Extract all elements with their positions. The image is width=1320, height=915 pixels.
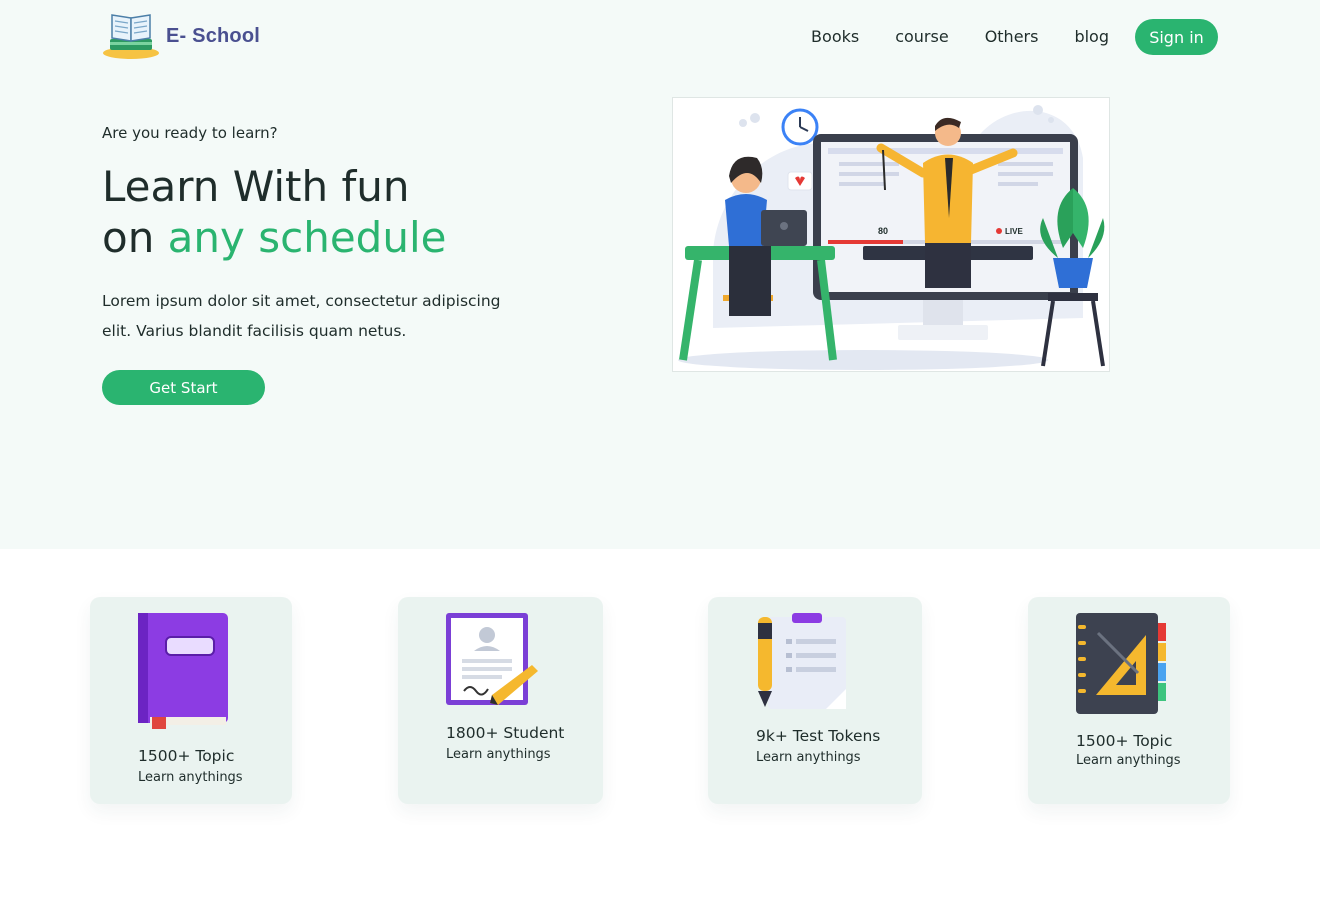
stat-title: 1500+ Topic <box>1076 732 1173 750</box>
book-icon <box>138 613 228 729</box>
stat-card-test-tokens: 9k+ Test Tokens Learn anythings <box>708 597 922 804</box>
nav-link-blog[interactable]: blog <box>1074 19 1109 55</box>
live-label: LIVE <box>1005 227 1023 236</box>
sign-in-button[interactable]: Sign in <box>1135 19 1218 55</box>
nav-link-others[interactable]: Others <box>985 19 1039 55</box>
brand-name: E- School <box>166 24 261 47</box>
clipboard-pen-icon <box>758 613 846 709</box>
open-book-icon <box>103 14 159 59</box>
stat-card-topics: 1500+ Topic Learn anythings <box>90 597 292 804</box>
notebook-ruler-icon <box>1076 613 1166 714</box>
nav-link-course[interactable]: course <box>895 19 948 55</box>
hero-section: E- School Books course Others blog Sign … <box>0 0 1320 549</box>
stat-card-topics-2: 1500+ Topic Learn anythings <box>1028 597 1230 804</box>
certificate-pen-icon <box>446 613 538 705</box>
stat-subtitle: Learn anythings <box>1076 753 1181 768</box>
stat-title: 1800+ Student <box>446 724 565 742</box>
online-teaching-illustration-svg: 80 LIVE <box>678 105 1105 370</box>
stat-title: 9k+ Test Tokens <box>756 727 881 745</box>
stat-subtitle: Learn anythings <box>756 750 861 765</box>
hero-eyebrow: Are you ready to learn? <box>102 124 278 142</box>
hero-title-line2-prefix: on <box>102 213 168 262</box>
main-nav: Books course Others blog Sign in <box>811 19 1218 55</box>
logo[interactable]: E- School <box>102 12 260 60</box>
nav-link-books[interactable]: Books <box>811 19 859 55</box>
clock-icon <box>781 108 819 146</box>
likes-count: 80 <box>878 226 888 236</box>
stat-card-students: 1800+ Student Learn anythings <box>398 597 603 804</box>
hero-title-accent: any schedule <box>167 213 447 262</box>
hero-description: Lorem ipsum dolor sit amet, consectetur … <box>102 292 501 340</box>
get-start-button[interactable]: Get Start <box>102 370 265 405</box>
stat-subtitle: Learn anythings <box>138 770 243 785</box>
hero-title-line1: Learn With fun <box>102 162 410 211</box>
stat-subtitle: Learn anythings <box>446 747 551 762</box>
hero-title: Learn With fun on any schedule <box>102 161 446 263</box>
stat-title: 1500+ Topic <box>138 747 235 765</box>
online-teaching-illustration: 80 LIVE <box>672 97 1110 372</box>
